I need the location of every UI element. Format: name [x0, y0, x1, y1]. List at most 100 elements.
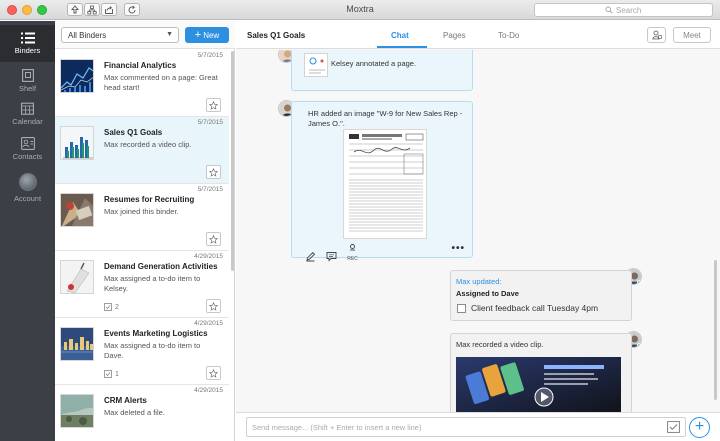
binder-activity: Max recorded a video clip. [104, 140, 192, 149]
video-message-card[interactable]: Max recorded a video clip. [450, 333, 632, 412]
nav-shelf-label: Shelf [18, 84, 37, 93]
favorite-button[interactable] [206, 98, 221, 112]
binder-date: 5/7/2015 [197, 186, 223, 193]
binder-list-scrollbar[interactable] [231, 51, 234, 271]
todo-count: 2 [104, 303, 119, 311]
meet-button[interactable]: Meet [673, 27, 711, 43]
todo-icon [104, 303, 112, 311]
star-icon [209, 234, 218, 244]
title-bar: Moxtra Search [0, 0, 720, 20]
favorite-button[interactable] [206, 366, 221, 380]
binder-title: Demand Generation Activities [104, 262, 218, 271]
binder-item[interactable]: 5/7/2015 Resumes for Recruiting Max join… [55, 184, 229, 251]
binder-activity: Max commented on a page: Great head star… [104, 73, 218, 92]
binder-title: Events Marketing Logistics [104, 329, 208, 338]
online-status-dot [637, 280, 641, 284]
message-input[interactable]: Send message... (Shift + Enter to insert… [246, 417, 686, 437]
nav-calendar-label: Calendar [12, 117, 43, 126]
binder-date: 4/29/2015 [194, 253, 223, 260]
todo-checkbox[interactable] [457, 304, 466, 313]
binder-activity: Max assigned a to-do item to Kelsey. [104, 274, 201, 293]
binder-date: 4/29/2015 [194, 320, 223, 327]
more-options-icon[interactable]: ••• [451, 243, 465, 254]
w9-document-image[interactable] [343, 129, 427, 239]
binder-activity: Max joined this binder. [104, 207, 179, 216]
image-message-card[interactable]: HR added an image "W-9 for New Sales Rep… [291, 101, 473, 262]
binder-item[interactable]: 5/7/2015 Financial Analytics Max comment… [55, 50, 229, 117]
main-pane: Sales Q1 Goals Chat Pages To-Do Meet Kel… [236, 21, 720, 441]
todo-item-text: Client feedback call Tuesday 4pm [471, 303, 599, 313]
image-message-text: HR added an image "W-9 for New Sales Rep… [308, 109, 463, 128]
binder-thumbnail [60, 126, 94, 160]
binder-item[interactable]: 4/29/2015 Demand Generation Activities M… [55, 251, 229, 318]
search-input[interactable]: Search [534, 3, 713, 17]
favorite-button[interactable] [206, 232, 221, 246]
binder-title: Sales Q1 Goals [104, 128, 163, 137]
shelf-icon [21, 69, 34, 82]
add-member-icon [651, 30, 662, 40]
add-member-button[interactable] [647, 27, 666, 43]
tab-chat[interactable]: Chat [391, 31, 409, 40]
todo-count-value: 2 [115, 303, 119, 311]
todo-count-value: 1 [115, 370, 119, 378]
list-icon [20, 32, 35, 44]
comment-icon[interactable] [326, 251, 337, 262]
calendar-icon [21, 102, 34, 115]
nav-contacts-label: Contacts [12, 152, 43, 161]
edit-icon[interactable] [305, 251, 316, 262]
chat-feed: Kelsey annotated a page. HR added an ima… [236, 50, 720, 412]
binder-thumbnail [60, 193, 94, 227]
nav-binders-label: Binders [14, 46, 41, 55]
nav-binders[interactable]: Binders [0, 25, 55, 62]
todo-icon [104, 370, 112, 378]
left-nav: Binders Shelf Calendar Contacts Account [0, 21, 55, 441]
todo-checkbox-icon[interactable] [667, 421, 680, 433]
binder-filter-value: All Binders [68, 31, 107, 40]
todo-update-card[interactable]: Max updated: Assigned to Dave Client fee… [450, 270, 632, 321]
nav-contacts[interactable]: Contacts [0, 136, 55, 172]
star-icon [209, 100, 218, 110]
new-binder-button[interactable]: + New [185, 27, 229, 43]
nav-shelf[interactable]: Shelf [0, 66, 55, 102]
record-button[interactable]: REC [347, 243, 358, 262]
binder-item-selected[interactable]: 5/7/2015 Sales Q1 Goals Max recorded a v… [55, 117, 229, 184]
tab-todo[interactable]: To-Do [498, 31, 519, 40]
add-content-button[interactable]: + [689, 417, 710, 438]
tab-pages[interactable]: Pages [443, 31, 466, 40]
image-message-tools: REC [305, 243, 358, 262]
binder-activity: Max assigned a to-do item to Dave. [104, 341, 201, 360]
binder-header: Sales Q1 Goals Chat Pages To-Do Meet [236, 21, 720, 49]
binder-name: Sales Q1 Goals [247, 31, 306, 40]
binder-item[interactable]: 4/29/2015 CRM Alerts Max deleted a file. [55, 385, 229, 441]
record-label: REC [347, 256, 358, 262]
binder-item[interactable]: 4/29/2015 Events Marketing Logistics Max… [55, 318, 229, 385]
page-thumbnail [304, 53, 328, 77]
new-binder-label: New [203, 30, 220, 40]
video-thumbnail[interactable] [456, 357, 621, 412]
binder-date: 5/7/2015 [197, 119, 223, 126]
plus-icon: + [694, 418, 705, 435]
star-icon [209, 301, 218, 311]
message-composer: Send message... (Shift + Enter to insert… [236, 412, 720, 441]
binder-list-header: All Binders ▼ + New [55, 21, 235, 49]
plus-icon: + [194, 29, 202, 41]
binder-filter-dropdown[interactable]: All Binders ▼ [61, 27, 179, 43]
todo-assignee: Assigned to Dave [456, 289, 519, 298]
binder-thumbnail [60, 394, 94, 428]
binder-title: Resumes for Recruiting [104, 195, 195, 204]
nav-account[interactable]: Account [0, 173, 55, 209]
star-icon [209, 167, 218, 177]
binder-thumbnail [60, 260, 94, 294]
active-tab-indicator [377, 46, 427, 48]
binder-title: CRM Alerts [104, 396, 147, 405]
video-message-text: Max recorded a video clip. [456, 340, 544, 349]
favorite-button[interactable] [206, 299, 221, 313]
nav-calendar[interactable]: Calendar [0, 101, 55, 137]
annotation-message-card[interactable]: Kelsey annotated a page. [291, 50, 473, 91]
favorite-button[interactable] [206, 165, 221, 179]
chat-scrollbar[interactable] [714, 260, 717, 400]
todo-update-header: Max updated: [456, 277, 502, 286]
binder-date: 4/29/2015 [194, 387, 223, 394]
search-placeholder: Search [616, 5, 642, 15]
account-avatar [18, 173, 37, 191]
